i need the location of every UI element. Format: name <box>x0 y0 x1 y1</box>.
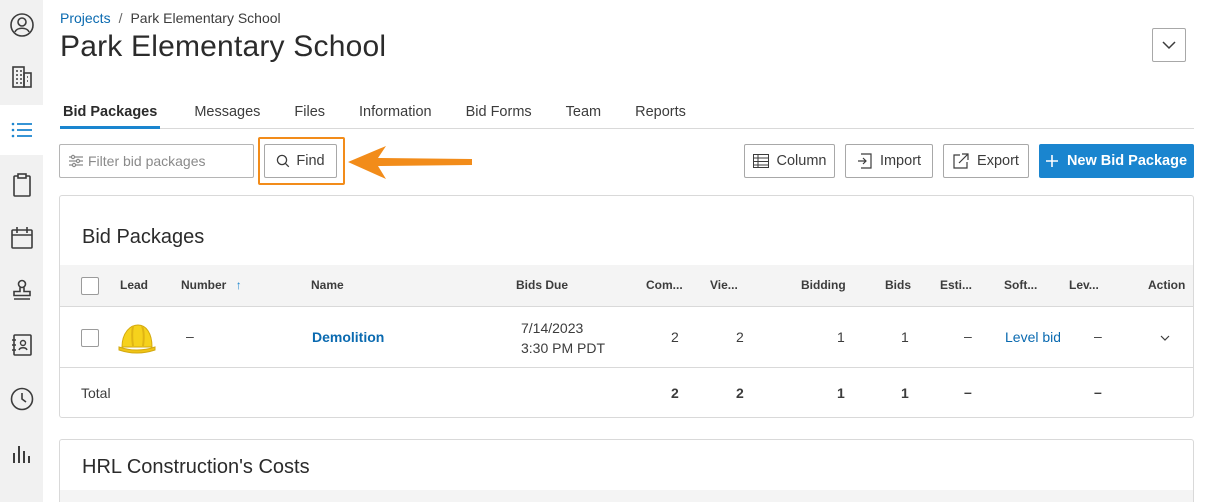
column-header-leveled[interactable]: Lev... <box>1069 278 1099 292</box>
import-icon <box>857 153 872 169</box>
filter-placeholder: Filter bid packages <box>88 153 206 169</box>
row-committed: 2 <box>671 329 679 345</box>
bid-packages-title: Bid Packages <box>82 226 205 248</box>
building-icon <box>11 66 32 88</box>
clipboard-icon <box>12 173 31 197</box>
row-bidding: 1 <box>837 329 845 345</box>
chevron-down-icon <box>1162 40 1176 49</box>
sidebar <box>0 0 43 502</box>
new-bid-package-button[interactable]: New Bid Package <box>1039 144 1194 178</box>
total-row: Total 2 2 1 1 – – <box>60 368 1193 418</box>
row-checkbox[interactable] <box>81 329 99 347</box>
row-viewed: 2 <box>736 329 744 345</box>
column-header-bids[interactable]: Bids <box>885 278 911 292</box>
stamp-icon <box>12 279 31 300</box>
column-header-committed[interactable]: Com... <box>646 278 683 292</box>
search-icon <box>277 154 290 168</box>
find-label: Find <box>296 153 325 169</box>
column-header-bidding[interactable]: Bidding <box>801 278 846 292</box>
tab-files[interactable]: Files <box>294 98 325 129</box>
clock-icon <box>10 387 33 411</box>
total-leveled: – <box>1094 384 1102 400</box>
arrow-annotation-icon <box>348 146 472 179</box>
row-bids-due-time: 3:30 PM PDT <box>521 340 606 356</box>
total-committed: 2 <box>671 385 679 401</box>
tab-reports[interactable]: Reports <box>635 98 686 129</box>
row-software-link[interactable]: Level bid <box>1005 329 1060 345</box>
sidebar-item-directory[interactable] <box>0 320 43 370</box>
sidebar-item-calendar[interactable] <box>0 213 43 263</box>
calendar-icon <box>10 227 33 249</box>
total-bids: 1 <box>901 385 909 401</box>
export-button[interactable]: Export <box>943 144 1029 178</box>
export-icon <box>953 153 969 169</box>
page-title: Park Elementary School <box>60 30 387 63</box>
column-header-number[interactable]: Number ↑ <box>181 278 242 292</box>
column-header-name[interactable]: Name <box>311 278 344 292</box>
breadcrumb-projects-link[interactable]: Projects <box>60 10 111 26</box>
column-header-software[interactable]: Soft... <box>1004 278 1037 292</box>
row-bids-due-date: 7/14/2023 <box>521 320 584 336</box>
sidebar-item-clipboard[interactable] <box>0 160 43 210</box>
sidebar-item-bid-packages[interactable] <box>0 105 43 155</box>
column-header-bids-due[interactable]: Bids Due <box>516 278 568 292</box>
bid-packages-card: Bid Packages Lead Number ↑ Name Bids Due… <box>59 195 1194 418</box>
user-icon <box>9 13 34 37</box>
row-estimate: – <box>964 328 972 344</box>
column-header-lead[interactable]: Lead <box>120 278 148 292</box>
new-bid-package-label: New Bid Package <box>1066 153 1188 169</box>
column-button[interactable]: Column <box>744 144 835 178</box>
table-row: – Demolition 7/14/2023 3:30 PM PDT 2 2 1… <box>60 308 1193 368</box>
bar-chart-icon <box>12 446 30 463</box>
column-header-action: Action <box>1148 278 1186 292</box>
sidebar-item-profile[interactable] <box>0 0 43 50</box>
plus-icon <box>1045 155 1058 167</box>
costs-title: HRL Construction's Costs <box>82 456 310 478</box>
tab-information[interactable]: Information <box>359 98 432 129</box>
chevron-down-icon[interactable] <box>1160 335 1170 341</box>
column-header-viewed[interactable]: Vie... <box>710 278 738 292</box>
filter-icon <box>69 154 83 168</box>
import-label: Import <box>879 153 922 169</box>
list-icon <box>11 122 32 138</box>
tab-team[interactable]: Team <box>566 98 601 129</box>
total-viewed: 2 <box>736 385 744 401</box>
header-dropdown-button[interactable] <box>1152 28 1186 62</box>
breadcrumb: Projects / Park Elementary School <box>60 10 281 26</box>
total-estimate: – <box>964 384 972 400</box>
column-header-number-label: Number <box>181 278 227 292</box>
address-book-icon <box>11 334 32 356</box>
row-name-link[interactable]: Demolition <box>312 329 384 345</box>
tab-bid-forms[interactable]: Bid Forms <box>466 98 532 129</box>
import-button[interactable]: Import <box>845 144 933 178</box>
sort-ascending-icon: ↑ <box>235 278 242 292</box>
tab-messages[interactable]: Messages <box>194 98 260 129</box>
filter-input[interactable]: Filter bid packages <box>59 144 254 178</box>
column-header-estimate[interactable]: Esti... <box>940 278 972 292</box>
find-button[interactable]: Find <box>264 144 337 178</box>
sidebar-item-companies[interactable] <box>0 52 43 102</box>
row-leveled: – <box>1094 328 1102 344</box>
sidebar-item-schedule[interactable] <box>0 374 43 424</box>
tab-bar: Bid Packages Messages Files Information … <box>60 98 1194 129</box>
sidebar-item-stamp[interactable] <box>0 266 43 316</box>
total-label: Total <box>81 385 111 401</box>
column-label: Column <box>776 153 827 169</box>
breadcrumb-current: Park Elementary School <box>130 10 281 26</box>
columns-icon <box>752 154 769 168</box>
sidebar-item-reports[interactable] <box>0 429 43 479</box>
select-all-checkbox[interactable] <box>81 277 99 295</box>
hard-hat-icon <box>118 324 156 354</box>
row-bids: 1 <box>901 329 909 345</box>
costs-table-header <box>60 490 1193 502</box>
total-bidding: 1 <box>837 385 845 401</box>
export-label: Export <box>977 153 1019 169</box>
table-header: Lead Number ↑ Name Bids Due Com... Vie..… <box>60 265 1193 307</box>
tab-bid-packages[interactable]: Bid Packages <box>60 98 161 129</box>
costs-card: HRL Construction's Costs <box>59 439 1194 502</box>
row-number: – <box>186 328 194 344</box>
breadcrumb-separator: / <box>118 10 123 26</box>
